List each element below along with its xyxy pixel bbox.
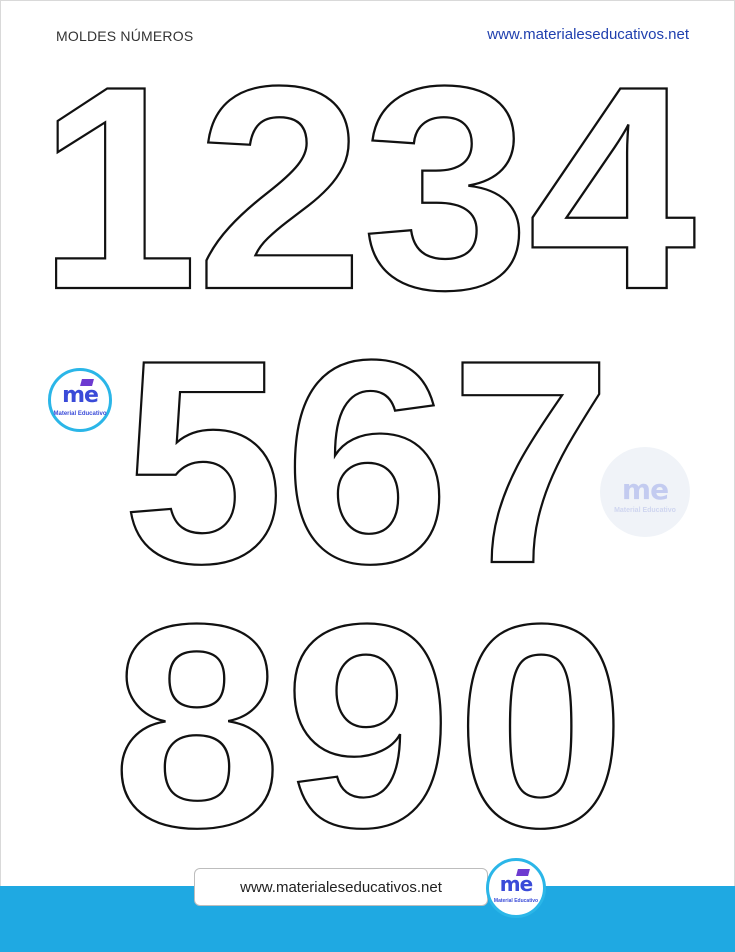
digit-0: 0 [456,564,626,888]
watermark-logo: me Material Educativo [600,447,690,537]
watermark-caption: Material Educativo [614,507,676,514]
logo-caption: Material Educativo [53,411,107,417]
material-educativo-logo: me Material Educativo [48,368,112,432]
footer-url-box[interactable]: www.materialeseducativos.net [194,868,488,906]
footer-website-link[interactable]: www.materialeseducativos.net [195,879,487,896]
digit-8: 8 [112,564,282,888]
logo-mark: me [62,383,99,408]
watermark-mark: me [621,473,669,506]
digit-9: 9 [284,564,452,888]
digit-row-3: 8 9 0 [111,563,627,889]
footer-logo-caption: Material Educativo [493,898,539,904]
footer-logo: me Material Educativo [486,858,546,918]
footer-logo-mark: me [499,872,533,896]
